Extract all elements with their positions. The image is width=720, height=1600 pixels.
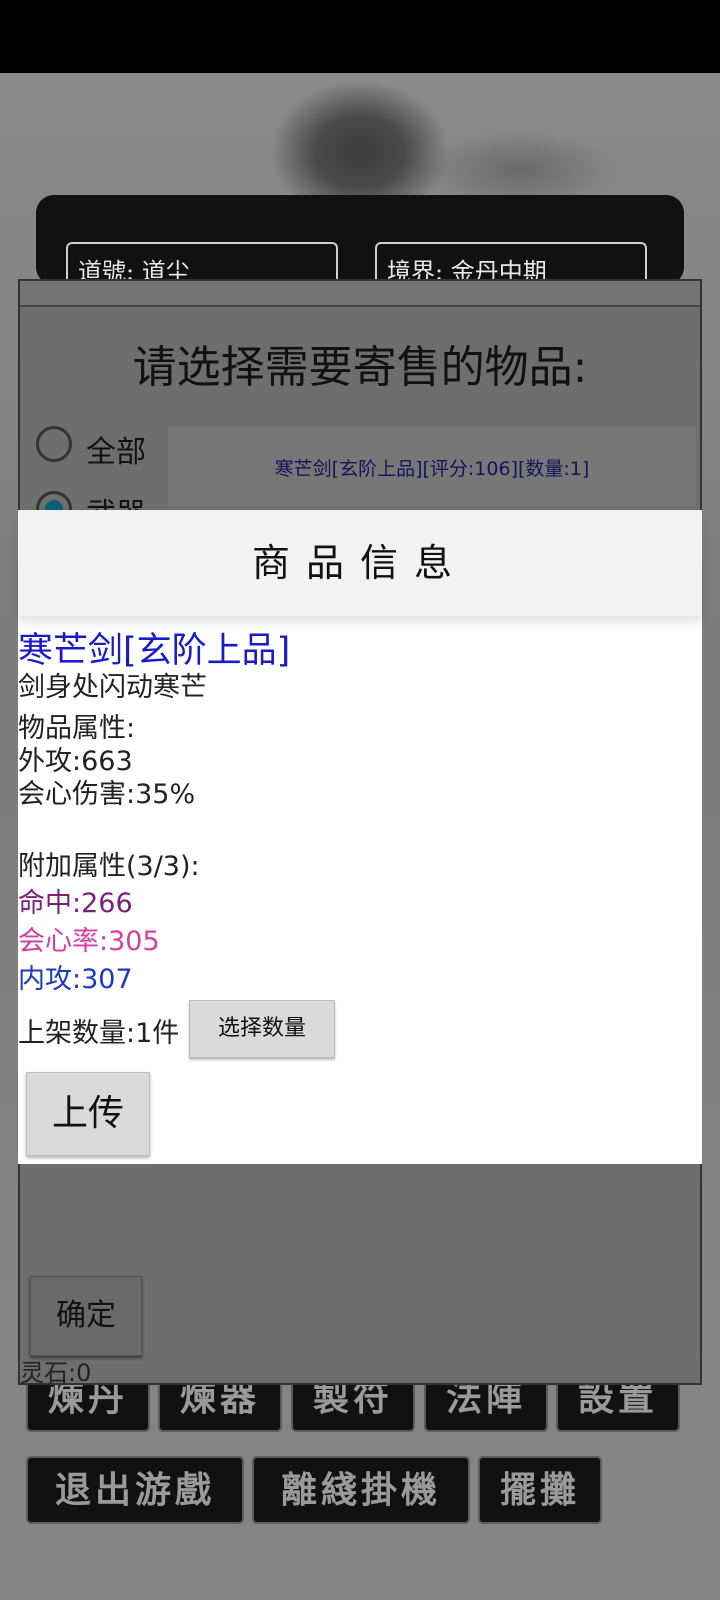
fazhen-button[interactable]: 法陣 [426, 1378, 546, 1430]
select-quantity-button[interactable]: 选择数量 [189, 1000, 335, 1058]
confirm-button[interactable]: 确定 [30, 1276, 142, 1356]
radio-all-label: 全部 [86, 435, 146, 470]
offline-afk-button[interactable]: 離綫掛機 [254, 1458, 468, 1522]
stall-button[interactable]: 擺攤 [480, 1458, 600, 1522]
zhifu-button[interactable]: 製符 [293, 1378, 413, 1430]
upload-button[interactable]: 上传 [26, 1072, 150, 1156]
product-info-dialog: 商品信息 寒芒剑[玄阶上品] 剑身处闪动寒芒 物品属性: 外攻:663 会心伤害… [18, 510, 702, 1164]
item-attr: 会心伤害:35% [18, 779, 196, 810]
lingshi-label: 灵石:0 [20, 1359, 92, 1387]
select-dialog-title: 请选择需要寄售的物品: [132, 342, 588, 393]
product-dialog-title: 商品信息 [18, 510, 702, 616]
shezhi-button[interactable]: 設置 [558, 1378, 678, 1430]
extra-attr: 会心率:305 [18, 926, 160, 957]
list-item[interactable]: 寒芒剑[玄阶上品][评分:106][数量:1] [168, 454, 696, 481]
exit-game-button[interactable]: 退出游戲 [28, 1458, 242, 1522]
quantity-label: 上架数量:1件 [18, 1018, 180, 1049]
extra-attr: 命中:266 [18, 888, 133, 919]
extra-attr: 内攻:307 [18, 964, 133, 995]
extra-attr-title: 附加属性(3/3): [18, 851, 200, 882]
item-description: 剑身处闪动寒芒 [18, 672, 207, 703]
lianqi-button[interactable]: 煉器 [160, 1378, 280, 1430]
radio-all[interactable] [36, 426, 72, 462]
item-list: 寒芒剑[玄阶上品][评分:106][数量:1] [168, 426, 696, 506]
status-bar [0, 0, 720, 73]
dialog-title-strip [20, 281, 700, 307]
